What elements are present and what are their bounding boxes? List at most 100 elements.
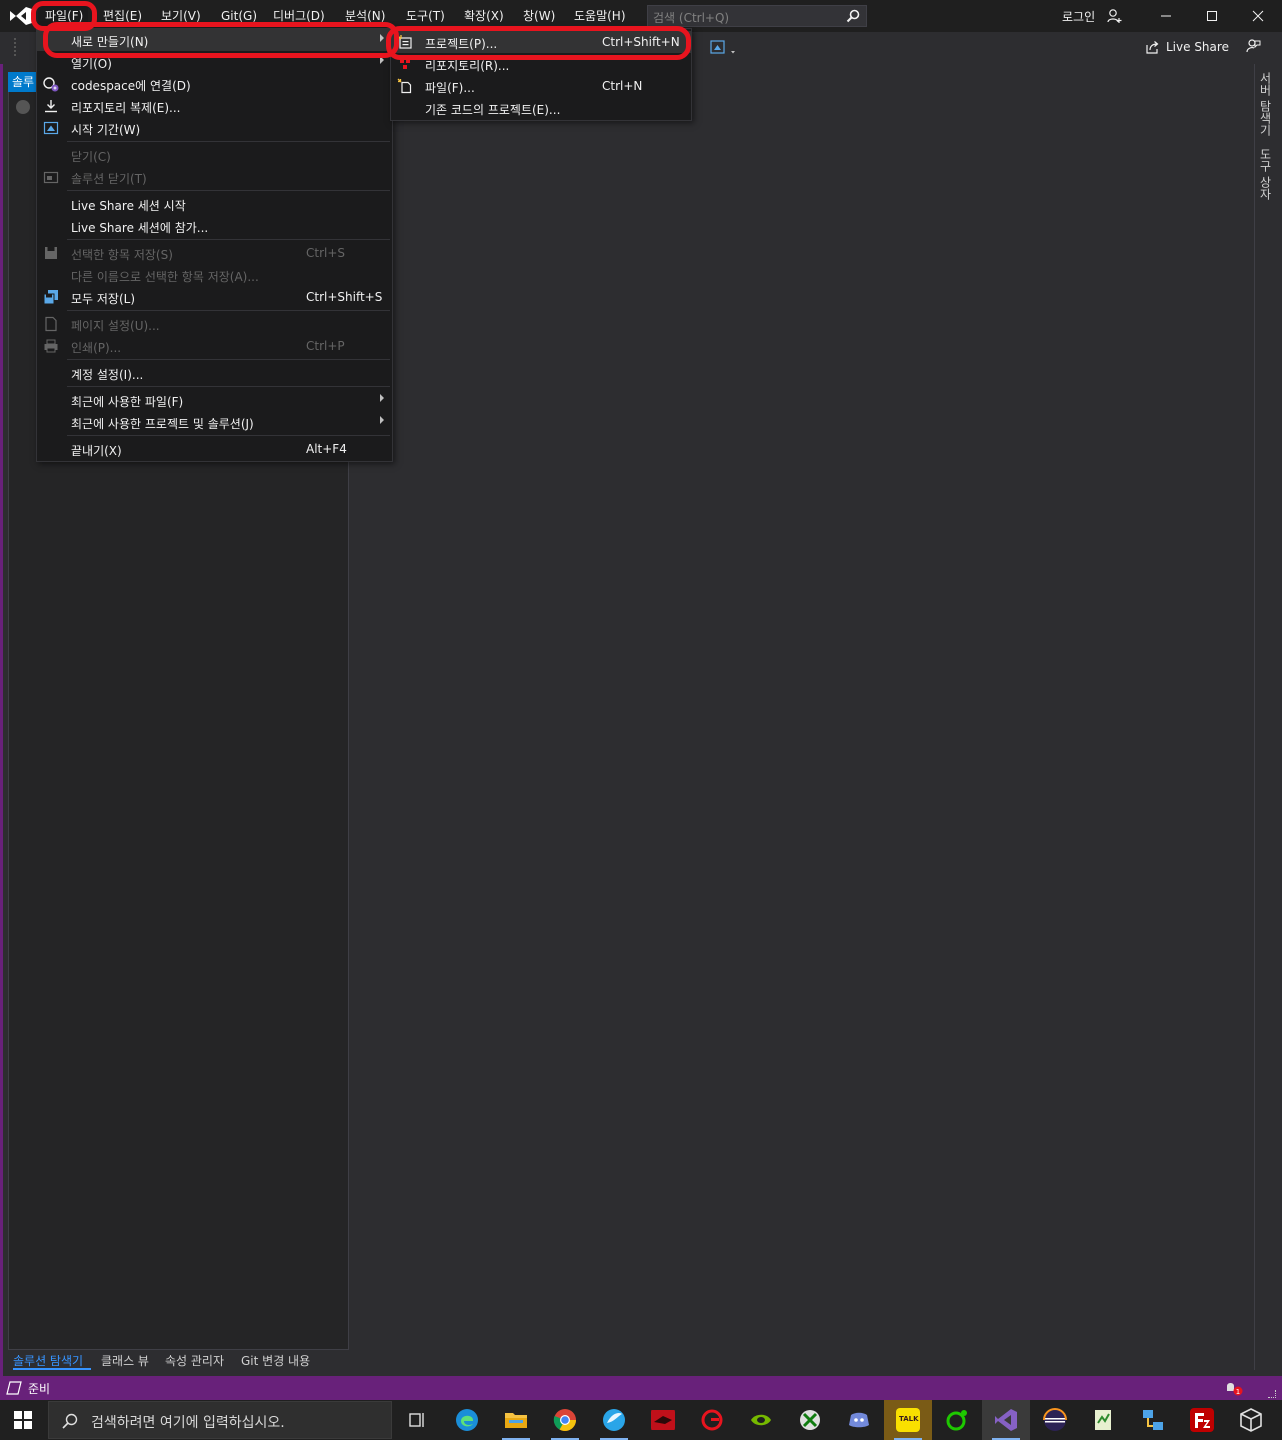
menu-item-label: Live Share 세션에 참가...: [71, 221, 209, 235]
submenu-arrow-icon: [380, 34, 384, 42]
taskbar-search-input[interactable]: 검색하려면 여기에 입력하십시오.: [48, 1401, 392, 1439]
taskbar-notepad[interactable]: [1080, 1400, 1128, 1440]
nvidia-icon: [751, 1414, 771, 1426]
menu-item-exit[interactable]: 끝내기(X) Alt+F4: [37, 438, 392, 460]
menu-item-connect-codespace[interactable]: codespace에 연결(D): [37, 73, 392, 95]
toolbar-grip[interactable]: [14, 38, 18, 56]
menu-item-save-as[interactable]: 다른 이름으로 선택한 항목 저장(A)...: [37, 264, 392, 286]
back-icon[interactable]: [16, 100, 30, 114]
menu-separator: [67, 310, 390, 311]
menu-item-start-window[interactable]: 시작 기간(W): [37, 117, 392, 139]
menu-item-label: 모두 저장(L): [71, 292, 136, 306]
search-input[interactable]: 검색 (Ctrl+Q): [647, 5, 867, 27]
user-add-icon[interactable]: [1107, 8, 1123, 24]
kakaotalk-icon: TALK: [896, 1408, 920, 1432]
menu-item-label: 선택한 항목 저장(S): [71, 248, 173, 262]
tab-server-explorer[interactable]: 서버 탐색기: [1257, 72, 1274, 136]
login-link[interactable]: 로그인: [1062, 8, 1095, 25]
menu-item-save-all[interactable]: 모두 저장(L) Ctrl+Shift+S: [37, 286, 392, 308]
codespace-icon: [43, 77, 59, 92]
tab-git-changes[interactable]: Git 변경 내용: [241, 1352, 310, 1369]
taskbar-chrome[interactable]: [541, 1400, 589, 1440]
menu-item-new-repository[interactable]: 리포지토리(R)...: [391, 53, 691, 75]
visual-studio-logo-icon: [10, 7, 32, 25]
menu-item-recent-projects[interactable]: 최근에 사용한 프로젝트 및 솔루션(J): [37, 411, 392, 433]
save-icon: [45, 247, 57, 259]
taskbar-virtualbox[interactable]: [1227, 1400, 1275, 1440]
solution-explorer-tab[interactable]: 솔루: [8, 72, 36, 92]
search-placeholder: 검색 (Ctrl+Q): [653, 11, 730, 25]
kakaotalk-label: TALK: [899, 1415, 919, 1423]
resize-grip[interactable]: [1268, 1390, 1276, 1398]
tab-solution-explorer[interactable]: 솔루션 탐색기: [13, 1352, 83, 1369]
app-icon: [701, 1409, 723, 1431]
taskbar-discord[interactable]: [835, 1400, 883, 1440]
start-window-icon: [43, 121, 59, 135]
taskbar-network-app[interactable]: [1129, 1400, 1177, 1440]
taskbar-nvidia[interactable]: [737, 1400, 785, 1440]
toolbar-window-icon[interactable]: [710, 40, 736, 56]
edge-icon: [456, 1409, 478, 1431]
tab-property-manager[interactable]: 속성 관리자: [165, 1352, 224, 1369]
menu-item-label: codespace에 연결(D): [71, 79, 191, 93]
taskbar-app-green[interactable]: [933, 1400, 981, 1440]
task-view-button[interactable]: [394, 1400, 442, 1440]
tab-class-view[interactable]: 클래스 뷰: [101, 1352, 149, 1369]
menu-item-project-from-existing-code[interactable]: 기존 코드의 프로젝트(E)...: [391, 97, 691, 119]
windows-start-icon[interactable]: [14, 1411, 32, 1429]
menu-item-label: 프로젝트(P)...: [425, 37, 498, 51]
menu-item-new[interactable]: 새로 만들기(N): [37, 29, 392, 51]
new-submenu-dropdown: 프로젝트(P)... Ctrl+Shift+N 리포지토리(R)... 파일(F…: [390, 28, 692, 121]
page-setup-icon: [45, 316, 57, 332]
menu-item-live-share-join[interactable]: Live Share 세션에 참가...: [37, 215, 392, 237]
taskbar-edge[interactable]: [443, 1400, 491, 1440]
menu-item-label: 계정 설정(I)...: [71, 368, 144, 382]
menu-item-close-solution[interactable]: 솔루션 닫기(T): [37, 166, 392, 188]
taskbar-visual-studio[interactable]: [982, 1400, 1030, 1440]
menu-item-label: 닫기(C): [71, 150, 111, 164]
close-icon[interactable]: [1250, 8, 1266, 24]
taskbar-kakaotalk[interactable]: TALK: [884, 1400, 932, 1440]
menu-item-shortcut: Ctrl+Shift+N: [602, 35, 680, 49]
search-icon: [846, 9, 860, 23]
menu-item-live-share-start[interactable]: Live Share 세션 시작: [37, 193, 392, 215]
menu-item-recent-files[interactable]: 최근에 사용한 파일(F): [37, 389, 392, 411]
menu-item-clone-repository[interactable]: 리포지토리 복제(E)...: [37, 95, 392, 117]
menu-item-close[interactable]: 닫기(C): [37, 144, 392, 166]
print-icon: [44, 339, 58, 353]
live-share-icon[interactable]: [1145, 40, 1160, 55]
menu-item-label: 인쇄(P)...: [71, 341, 122, 355]
menu-item-shortcut: Ctrl+N: [602, 79, 643, 93]
menu-item-page-setup[interactable]: 페이지 설정(U)...: [37, 313, 392, 335]
menu-item-new-project[interactable]: 프로젝트(P)... Ctrl+Shift+N: [391, 31, 691, 53]
search-icon: [62, 1413, 78, 1429]
folder-icon: [505, 1413, 527, 1428]
taskbar-app-gaming[interactable]: [688, 1400, 736, 1440]
minimize-icon[interactable]: [1158, 8, 1174, 24]
taskbar-file-explorer[interactable]: [492, 1400, 540, 1440]
menu-item-label: 기존 코드의 프로젝트(E)...: [425, 103, 561, 117]
menu-item-account-settings[interactable]: 계정 설정(I)...: [37, 362, 392, 384]
taskbar-app-blue[interactable]: [590, 1400, 638, 1440]
ready-status-icon: [6, 1381, 22, 1395]
taskbar-eclipse[interactable]: [1031, 1400, 1079, 1440]
filezilla-icon: [1190, 1408, 1214, 1432]
taskbar-filezilla[interactable]: [1178, 1400, 1226, 1440]
live-share-button[interactable]: Live Share: [1166, 40, 1229, 54]
menu-item-save-selected[interactable]: 선택한 항목 저장(S) Ctrl+S: [37, 242, 392, 264]
menu-item-print[interactable]: 인쇄(P)... Ctrl+P: [37, 335, 392, 357]
tab-toolbox[interactable]: 도구 상자: [1257, 148, 1274, 200]
taskbar-app-red[interactable]: [639, 1400, 687, 1440]
menu-item-shortcut: Ctrl+S: [306, 246, 346, 260]
taskbar-xbox[interactable]: [786, 1400, 834, 1440]
file-menu-dropdown: 새로 만들기(N) 열기(O) codespace에 연결(D) 리포지토리 복…: [36, 28, 393, 462]
notification-bell-icon[interactable]: 1: [1224, 1379, 1244, 1397]
feedback-icon[interactable]: [1245, 38, 1261, 54]
menu-item-label: 리포지토리(R)...: [425, 59, 510, 73]
maximize-icon[interactable]: [1204, 8, 1220, 24]
save-all-icon: [43, 290, 58, 305]
menu-item-open[interactable]: 열기(O): [37, 51, 392, 73]
menu-item-new-file[interactable]: 파일(F)... Ctrl+N: [391, 75, 691, 97]
xbox-icon: [800, 1410, 820, 1430]
status-bar: 준비 1: [0, 1376, 1282, 1400]
